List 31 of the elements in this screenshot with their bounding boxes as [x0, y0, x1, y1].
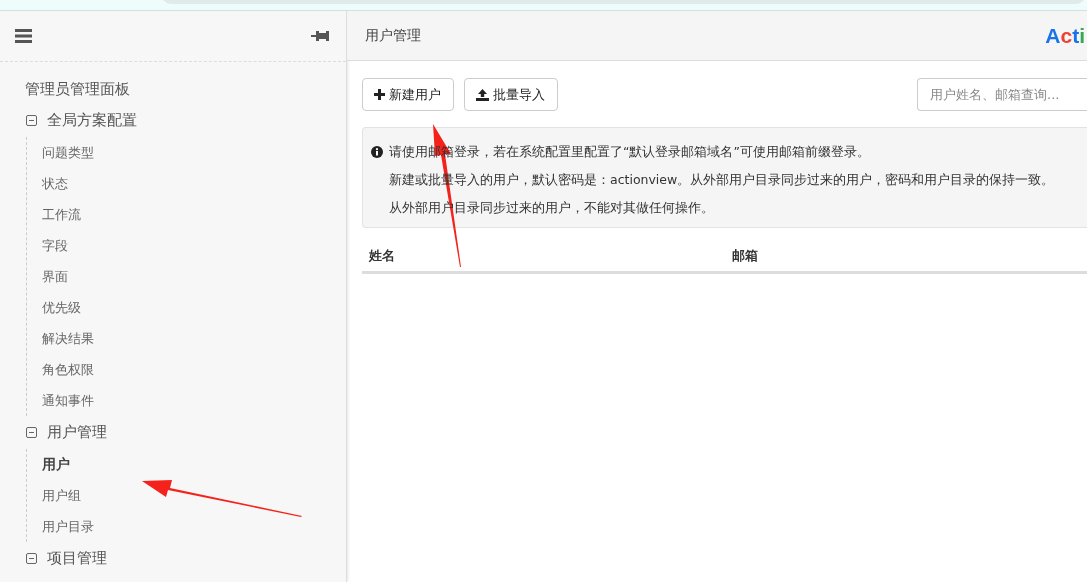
- sidebar-item[interactable]: 界面: [42, 261, 68, 292]
- sidebar-item[interactable]: 问题类型: [42, 137, 94, 168]
- upload-icon: [476, 88, 489, 101]
- collapse-icon[interactable]: [26, 553, 37, 564]
- sidebar-item[interactable]: 用户: [42, 449, 70, 480]
- sidebar-item[interactable]: 通知事件: [42, 385, 94, 416]
- sidebar-item[interactable]: 用户组: [42, 480, 81, 511]
- import-button[interactable]: 批量导入: [464, 78, 558, 111]
- sidebar-group[interactable]: 全局方案配置: [47, 111, 137, 130]
- collapse-icon[interactable]: [26, 115, 37, 126]
- column-header: 姓名: [368, 246, 396, 265]
- page-title: 用户管理: [365, 26, 421, 45]
- new-user-button[interactable]: 新建用户: [362, 78, 454, 111]
- sidebar-item[interactable]: 字段: [42, 230, 68, 261]
- logo: Acti: [1045, 23, 1086, 48]
- search-field[interactable]: 用户姓名、邮箱查询...: [917, 78, 1087, 111]
- sidebar-group[interactable]: 项目管理: [47, 549, 107, 568]
- sidebar-item[interactable]: 优先级: [42, 292, 81, 323]
- menu-icon[interactable]: [15, 29, 32, 43]
- column-header: 邮箱: [730, 246, 759, 265]
- sidebar-title: 管理员管理面板: [25, 80, 131, 100]
- sidebar-item[interactable]: 用户目录: [42, 511, 94, 542]
- plus-icon: [374, 89, 385, 100]
- pin-icon[interactable]: [311, 30, 329, 42]
- collapse-icon[interactable]: [26, 427, 37, 438]
- info-icon: [371, 146, 383, 158]
- sidebar-item[interactable]: 角色权限: [42, 354, 94, 385]
- sidebar-item[interactable]: 状态: [42, 168, 68, 199]
- sidebar-group[interactable]: 用户管理: [47, 423, 107, 442]
- sidebar-item[interactable]: 工作流: [42, 199, 81, 230]
- sidebar-item[interactable]: 解决结果: [42, 323, 94, 354]
